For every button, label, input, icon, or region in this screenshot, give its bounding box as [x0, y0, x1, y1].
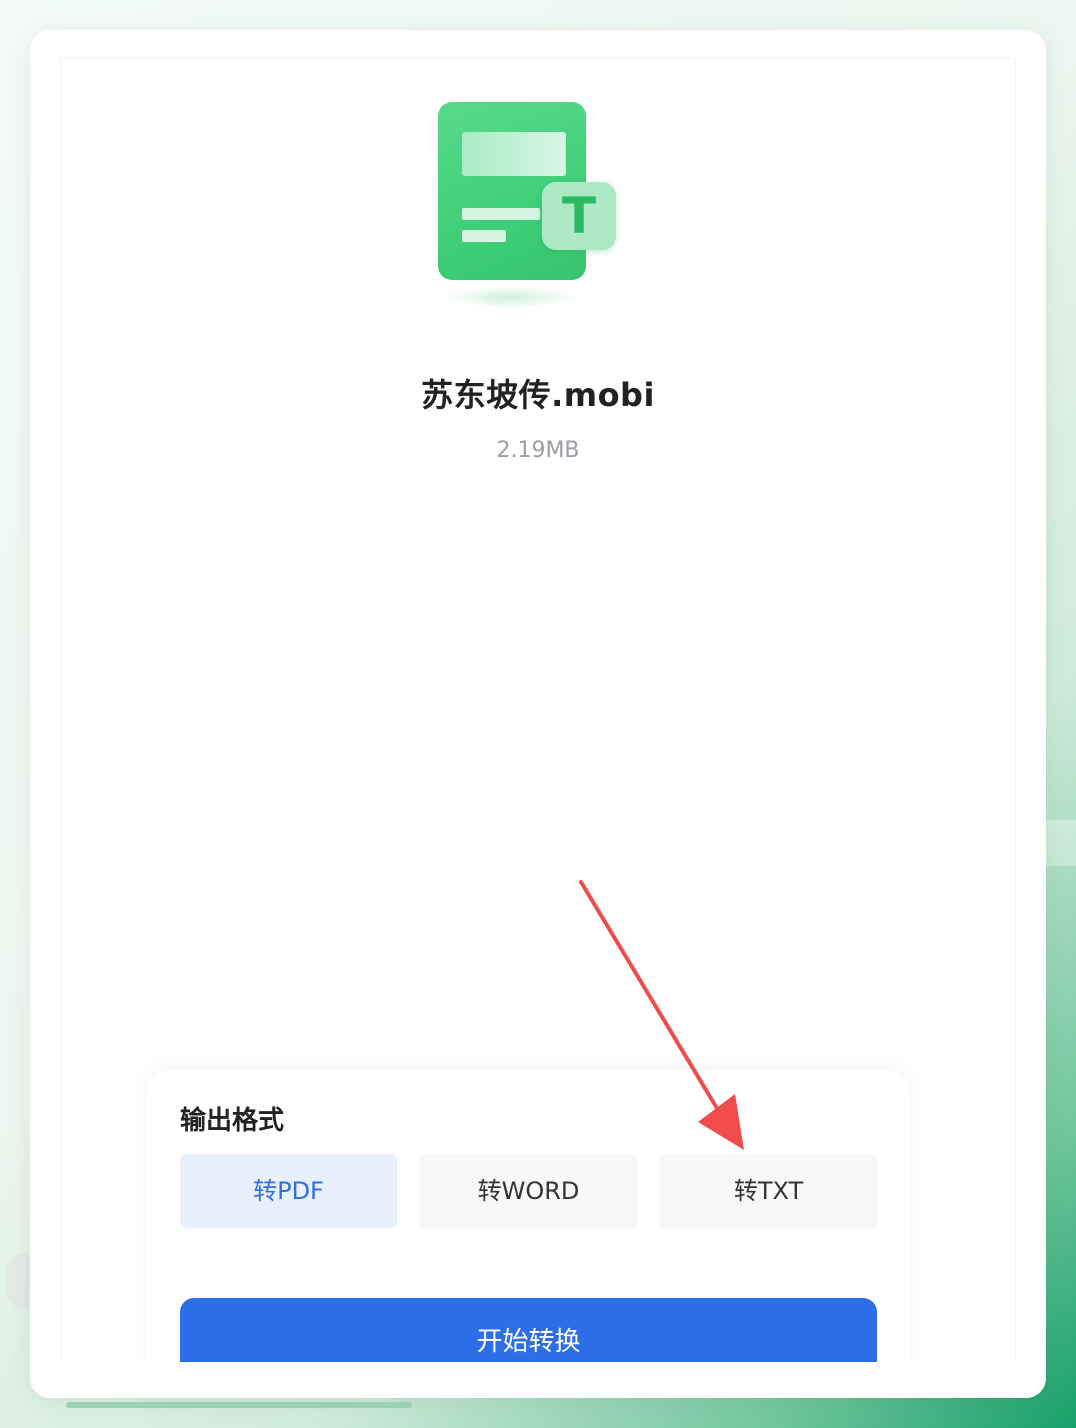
conversion-card: T 苏东坡传.mobi 2.19MB 输出格式 转PDF 转WORD 转TXT … [30, 30, 1046, 1398]
format-pdf-button[interactable]: 转PDF [180, 1154, 397, 1228]
file-name: 苏东坡传.mobi [421, 376, 655, 414]
format-word-button[interactable]: 转WORD [420, 1154, 637, 1228]
home-indicator [66, 1402, 412, 1408]
output-format-panel: 输出格式 转PDF 转WORD 转TXT 开始转换 [146, 1070, 910, 1398]
file-page-line [462, 230, 506, 242]
badge-letter: T [561, 187, 597, 245]
format-txt-button[interactable]: 转TXT [660, 1154, 877, 1228]
text-file-icon: T [436, 100, 620, 320]
file-icon-shadow [446, 286, 576, 308]
card-bottom-edge [30, 1362, 1046, 1398]
file-size: 2.19MB [496, 438, 580, 463]
output-format-title: 输出格式 [180, 1106, 285, 1136]
file-page-block [462, 132, 566, 176]
file-page-line [462, 208, 540, 220]
text-badge-icon: T [542, 182, 616, 250]
